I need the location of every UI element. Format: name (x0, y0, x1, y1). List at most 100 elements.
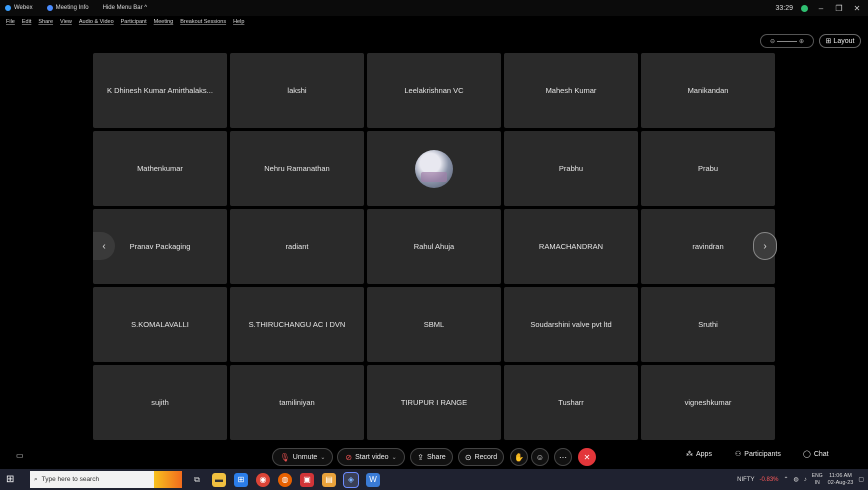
chevron-down-icon[interactable]: ⌄ (320, 454, 325, 461)
participant-tile[interactable]: Mathenkumar (93, 131, 227, 206)
meeting-info-label: Meeting Info (55, 5, 89, 11)
more-options-button[interactable]: ⋯ (554, 448, 572, 466)
start-video-button[interactable]: ⊘ Start video ⌄ (337, 448, 405, 466)
participant-tile[interactable]: Rahul Ahuja (367, 209, 501, 284)
zoom-out-icon: ⊖ (769, 38, 775, 45)
record-label: Record (474, 453, 498, 461)
language-indicator[interactable]: ENG IN (812, 473, 823, 487)
chevron-down-icon[interactable]: ⌄ (392, 454, 397, 461)
reactions-button[interactable]: ☺ (531, 448, 549, 466)
participants-button[interactable]: ⚇ Participants (735, 450, 781, 459)
menu-audio-video[interactable]: Audio & Video (79, 19, 114, 25)
participant-tile[interactable]: sujith (93, 365, 227, 440)
unmute-button[interactable]: 🎙 Unmute ⌄ (272, 448, 333, 466)
apps-button[interactable]: ⁂ Apps (686, 450, 712, 459)
unmute-label: Unmute (292, 453, 318, 461)
minimize-button[interactable]: – (816, 4, 826, 13)
layout-label: Layout (833, 37, 855, 45)
hide-menu-bar-button[interactable]: Hide Menu Bar ^ (103, 5, 148, 11)
menu-share[interactable]: Share (38, 19, 53, 25)
next-page-button[interactable]: › (753, 232, 777, 260)
firefox-icon[interactable]: ◍ (278, 472, 292, 487)
captions-icon[interactable]: ▭ (16, 451, 24, 460)
participant-tile[interactable]: Nehru Ramanathan (230, 131, 364, 206)
menu-view[interactable]: View (60, 19, 72, 25)
menu-meeting[interactable]: Meeting (154, 19, 174, 25)
participant-tile[interactable]: Mahesh Kumar (504, 53, 638, 128)
menu-help[interactable]: Help (233, 19, 244, 25)
taskbar-search-box[interactable]: ⌕ Type here to search (30, 471, 154, 488)
chat-button[interactable]: ◯ Chat (803, 450, 829, 459)
participant-tile[interactable]: RAMACHANDRAN (504, 209, 638, 284)
more-icon: ⋯ (559, 452, 567, 462)
menu-breakout-sessions[interactable]: Breakout Sessions (180, 19, 226, 25)
participant-tile[interactable]: radiant (230, 209, 364, 284)
volume-icon[interactable]: ♪ (804, 477, 807, 483)
close-button[interactable]: ✕ (852, 4, 862, 13)
participant-tile[interactable]: TIRUPUR I RANGE (367, 365, 501, 440)
participant-name: Mathenkumar (137, 164, 183, 173)
network-icon[interactable]: ◍ (794, 476, 799, 483)
task-view-icon[interactable]: ⧉ (190, 473, 204, 487)
zoom-slider[interactable]: ⊖ ⊕ (760, 34, 814, 48)
word-icon[interactable]: W (366, 472, 380, 487)
chrome-icon[interactable]: ◉ (256, 472, 270, 487)
participant-avatar-photo (415, 149, 453, 188)
record-button[interactable]: ⊙ Record (458, 448, 504, 466)
photos-app-icon[interactable]: ▤ (322, 472, 336, 487)
participant-name: Nehru Ramanathan (264, 164, 330, 173)
participant-tile[interactable]: S.THIRUCHANGU AC I DVN (230, 287, 364, 362)
participant-name: Manikandan (687, 86, 729, 95)
title-bar: Webex Meeting Info Hide Menu Bar ^ 33:29… (0, 0, 868, 16)
participant-tile[interactable]: vigneshkumar (641, 365, 775, 440)
share-button[interactable]: ⇪ Share (410, 448, 453, 466)
apps-icon: ⁂ (686, 451, 693, 458)
menu-participant[interactable]: Participant (121, 19, 147, 25)
participant-tile[interactable]: Sruthi (641, 287, 775, 362)
notifications-icon[interactable]: ▢ (858, 476, 864, 483)
chevron-right-icon: › (763, 240, 767, 252)
participant-tile[interactable]: lakshi (230, 53, 364, 128)
participant-name: Soudarshini valve pvt ltd (530, 320, 612, 329)
restore-button[interactable]: ❐ (834, 4, 844, 13)
participant-tile[interactable]: Manikandan (641, 53, 775, 128)
meeting-info-button[interactable]: Meeting Info (46, 5, 89, 11)
menu-edit[interactable]: Edit (22, 19, 31, 25)
leave-meeting-button[interactable]: ✕ (578, 448, 596, 466)
webex-taskbar-icon[interactable]: ◈ (343, 471, 359, 488)
raise-hand-button[interactable]: ✋ (510, 448, 528, 466)
participant-tile[interactable]: Leelakrishnan VC (367, 53, 501, 128)
search-placeholder: Type here to search (41, 476, 100, 483)
participant-tile[interactable]: Soudarshini valve pvt ltd (504, 287, 638, 362)
participant-name: Prabhu (558, 164, 584, 173)
emoji-icon: ☺ (535, 452, 545, 462)
participant-tile[interactable]: K Dhinesh Kumar Amirthalaks... (93, 53, 227, 128)
participant-tile[interactable]: SBML (367, 287, 501, 362)
participant-tile[interactable]: Prabhu (504, 131, 638, 206)
menu-bar: File Edit Share View Audio & Video Parti… (0, 16, 868, 28)
windows-start-icon[interactable]: ⊞ (6, 474, 22, 485)
office-app-icon[interactable]: ▣ (300, 472, 314, 487)
participant-tile-avatar[interactable] (367, 131, 501, 206)
participant-name: Sruthi (698, 320, 718, 329)
camera-off-icon: ⊘ (345, 452, 353, 462)
hide-menu-label: Hide Menu Bar ^ (102, 5, 148, 11)
participant-name: S.THIRUCHANGU AC I DVN (248, 320, 346, 329)
participant-tile[interactable]: S.KOMALAVALLI (93, 287, 227, 362)
menu-file[interactable]: File (6, 19, 15, 25)
clock-time: 11:06 AM (829, 472, 852, 479)
participant-name: RAMACHANDRAN (538, 242, 604, 251)
windows-app-icon[interactable]: ⊞ (234, 472, 248, 487)
apps-label: Apps (696, 450, 712, 458)
participant-tile[interactable]: Tusharr (504, 365, 638, 440)
tray-chevron-icon[interactable]: ⌃ (784, 476, 789, 483)
participant-name: vigneshkumar (684, 398, 732, 407)
file-explorer-icon[interactable]: ▬ (212, 472, 226, 487)
taskbar-clock[interactable]: 11:06 AM 02-Aug-23 (828, 473, 854, 487)
hand-icon: ✋ (514, 452, 524, 462)
language-code: ENG (811, 472, 823, 479)
zoom-track (777, 40, 797, 42)
participant-tile[interactable]: Prabu (641, 131, 775, 206)
participant-tile[interactable]: tamiliniyan (230, 365, 364, 440)
layout-button[interactable]: ⊞ Layout (819, 34, 861, 48)
